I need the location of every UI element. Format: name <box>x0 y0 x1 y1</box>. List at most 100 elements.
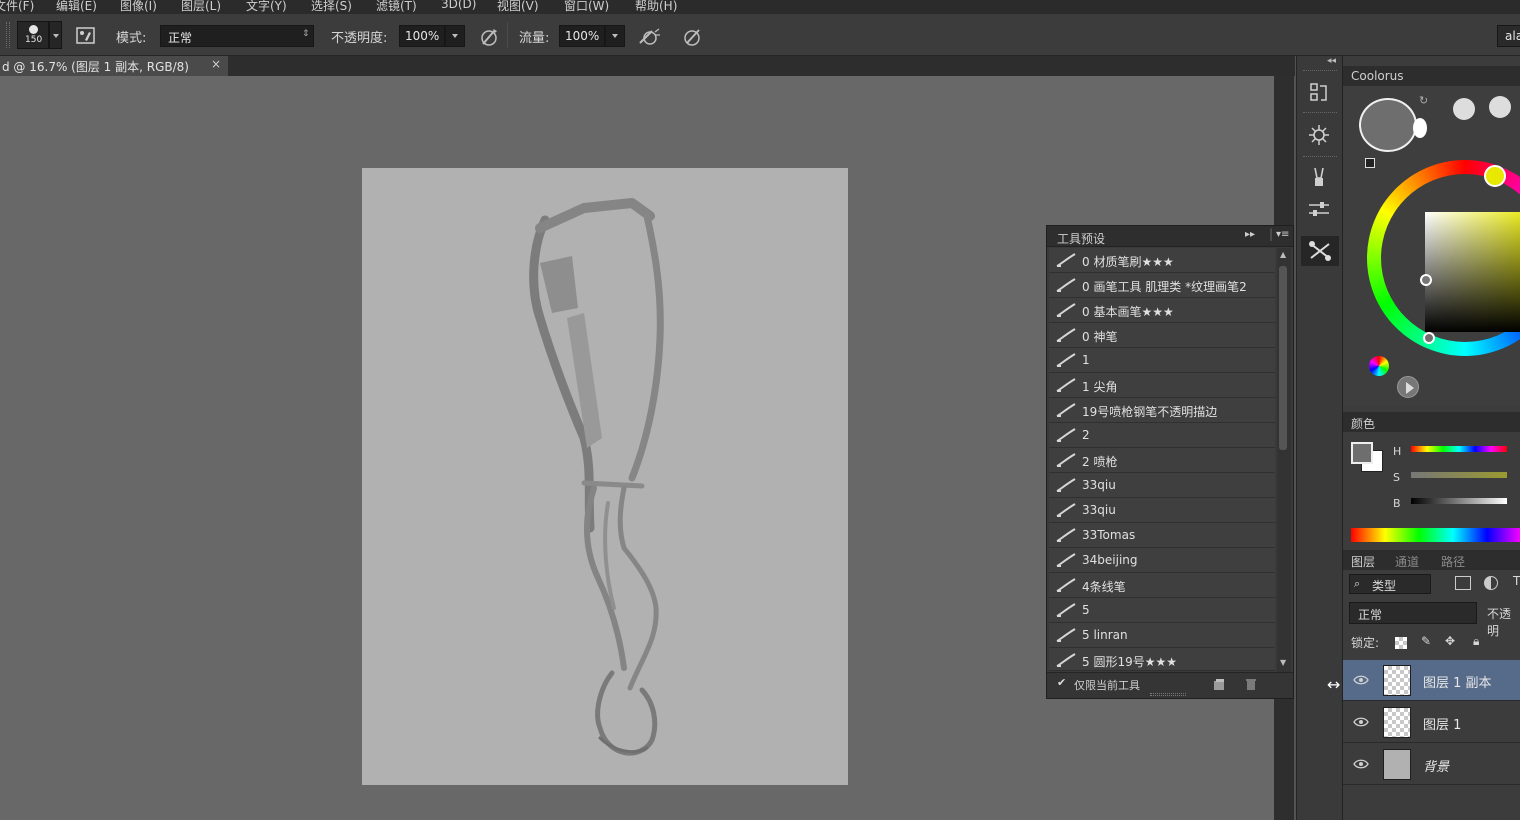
palette-icon[interactable] <box>1369 356 1389 376</box>
list-item[interactable]: 0 基本画笔★★★ <box>1049 298 1275 323</box>
opacity-field[interactable]: 100% <box>399 25 445 47</box>
flow-field[interactable]: 100% <box>559 25 605 47</box>
list-item[interactable]: 34beijing <box>1049 548 1275 573</box>
default-colors-icon[interactable] <box>1365 158 1375 168</box>
background-swatch[interactable] <box>1413 118 1427 138</box>
list-item[interactable]: 5 圆形19号★★★ <box>1049 648 1275 671</box>
resize-cursor-icon: ↔ <box>1327 675 1341 694</box>
tab-close-icon[interactable]: × <box>211 57 221 71</box>
pressure-size-icon[interactable] <box>681 26 703 48</box>
workspace-switcher[interactable]: ala <box>1497 25 1520 47</box>
menu-view[interactable]: 视图(V) <box>497 0 539 14</box>
layer-filter-select[interactable]: ⌕ 类型 <box>1349 574 1431 594</box>
lock-transparency-icon[interactable] <box>1395 637 1407 649</box>
list-item[interactable]: 2 喷枪 <box>1049 448 1275 473</box>
adjustments-icon[interactable] <box>1306 196 1332 222</box>
layer-row[interactable]: 图层 1 副本 <box>1343 660 1520 701</box>
resize-grip[interactable] <box>1150 693 1186 696</box>
adjustment-filter-icon[interactable] <box>1484 576 1498 590</box>
tab-color[interactable]: 颜色 <box>1351 415 1375 432</box>
current-only-checkbox[interactable]: ✔ <box>1057 676 1066 689</box>
menu-help[interactable]: 帮助(H) <box>635 0 677 14</box>
scroll-down-icon[interactable]: ▼ <box>1280 658 1286 667</box>
collapse-dock-icon[interactable]: ◂◂ <box>1327 56 1336 66</box>
lock-position-icon[interactable]: ✥ <box>1445 634 1455 648</box>
foreground-swatch[interactable] <box>1359 98 1417 152</box>
list-item[interactable]: 1 <box>1049 348 1275 373</box>
panel-menu-icon[interactable]: ▾≡ <box>1276 229 1289 240</box>
sv-handle[interactable] <box>1420 274 1432 286</box>
visibility-eye-icon[interactable] <box>1353 715 1369 729</box>
saturation-brightness-square[interactable] <box>1425 212 1520 332</box>
list-item[interactable]: 1 尖角 <box>1049 373 1275 398</box>
color-picker-handle[interactable] <box>1423 332 1435 344</box>
preset-label: 0 材质笔刷★★★ <box>1082 255 1174 269</box>
lock-all-icon[interactable]: 🔒︎ <box>1473 634 1479 649</box>
document-tab[interactable]: d @ 16.7% (图层 1 副本, RGB/8) <box>0 56 228 76</box>
collapse-panel-icon[interactable]: ▸▸ <box>1245 229 1255 240</box>
list-item[interactable]: 5 linran <box>1049 623 1275 648</box>
history-icon[interactable] <box>1306 80 1332 106</box>
layer-blend-mode-select[interactable]: 正常 <box>1349 602 1477 624</box>
color-ramp[interactable] <box>1351 528 1520 542</box>
menu-layer[interactable]: 图层(L) <box>181 0 221 14</box>
list-item[interactable]: 4条线笔 <box>1049 573 1275 598</box>
document-canvas[interactable] <box>362 168 848 785</box>
hue-handle[interactable] <box>1484 165 1506 187</box>
opacity-slider-button[interactable] <box>445 25 465 47</box>
menu-3d[interactable]: 3D(D) <box>441 0 476 11</box>
visibility-eye-icon[interactable] <box>1353 757 1369 771</box>
preset-label: 5 linran <box>1082 628 1128 642</box>
properties-icon[interactable] <box>1306 122 1332 148</box>
list-item[interactable]: 5 <box>1049 598 1275 623</box>
list-item[interactable]: 0 材质笔刷★★★ <box>1049 248 1275 273</box>
menu-window[interactable]: 窗口(W) <box>564 0 609 14</box>
grip-handle[interactable] <box>6 22 10 48</box>
list-item[interactable]: 19号喷枪钢笔不透明描边 <box>1049 398 1275 423</box>
flow-slider-button[interactable] <box>605 25 625 47</box>
type-filter-icon[interactable]: T <box>1513 574 1520 588</box>
menu-select[interactable]: 选择(S) <box>311 0 352 14</box>
list-item[interactable]: 33Tomas <box>1049 523 1275 548</box>
brush-preset-picker[interactable]: 150 <box>17 21 49 49</box>
tab-paths[interactable]: 路径 <box>1441 553 1465 570</box>
list-item[interactable]: 0 画笔工具 肌理类 *纹理画笔2 <box>1049 273 1275 298</box>
brush-panel-toggle-icon[interactable] <box>76 27 95 44</box>
square-mode-icon[interactable] <box>1489 96 1511 118</box>
brush-preset-dropdown[interactable] <box>49 21 62 49</box>
color-wheel[interactable] <box>1367 160 1520 356</box>
list-item[interactable]: 33qiu <box>1049 473 1275 498</box>
layer-row[interactable]: 图层 1 <box>1343 702 1520 743</box>
pressure-opacity-icon[interactable] <box>478 26 500 48</box>
lock-pixels-icon[interactable]: ✎ <box>1421 634 1431 648</box>
fg-color-swatch[interactable] <box>1351 442 1373 464</box>
trash-icon[interactable] <box>1245 678 1257 691</box>
tool-presets-toggle[interactable] <box>1301 236 1339 266</box>
new-preset-icon[interactable] <box>1213 679 1225 691</box>
menu-type[interactable]: 文字(Y) <box>246 0 287 14</box>
menu-edit[interactable]: 编辑(E) <box>56 0 97 14</box>
list-item[interactable]: 0 神笔 <box>1049 323 1275 348</box>
menu-filter[interactable]: 滤镜(T) <box>376 0 417 14</box>
visibility-eye-icon[interactable] <box>1353 673 1369 687</box>
airbrush-icon[interactable] <box>637 26 661 48</box>
list-item[interactable]: 33qiu <box>1049 498 1275 523</box>
image-filter-icon[interactable] <box>1455 576 1471 590</box>
scroll-up-icon[interactable]: ▲ <box>1280 250 1286 259</box>
list-item[interactable]: 2 <box>1049 423 1275 448</box>
tab-channels[interactable]: 通道 <box>1395 553 1419 570</box>
brightness-slider[interactable] <box>1411 498 1507 504</box>
swap-colors-icon[interactable]: ↻ <box>1419 94 1428 107</box>
presets-scroll-thumb[interactable] <box>1279 266 1287 450</box>
play-icon[interactable] <box>1397 376 1419 398</box>
menu-file[interactable]: 文件(F) <box>0 0 34 14</box>
brush-settings-icon[interactable] <box>1306 164 1332 190</box>
layer-row[interactable]: 背景 <box>1343 744 1520 785</box>
hue-slider[interactable] <box>1411 446 1507 452</box>
triangle-mode-icon[interactable] <box>1453 98 1475 120</box>
saturation-slider[interactable] <box>1411 472 1507 478</box>
tab-layers[interactable]: 图层 <box>1351 553 1375 570</box>
menu-image[interactable]: 图像(I) <box>120 0 157 14</box>
mode-select[interactable]: 正常 ⇕ <box>160 25 314 47</box>
tab-coolorus[interactable]: Coolorus <box>1351 69 1404 83</box>
